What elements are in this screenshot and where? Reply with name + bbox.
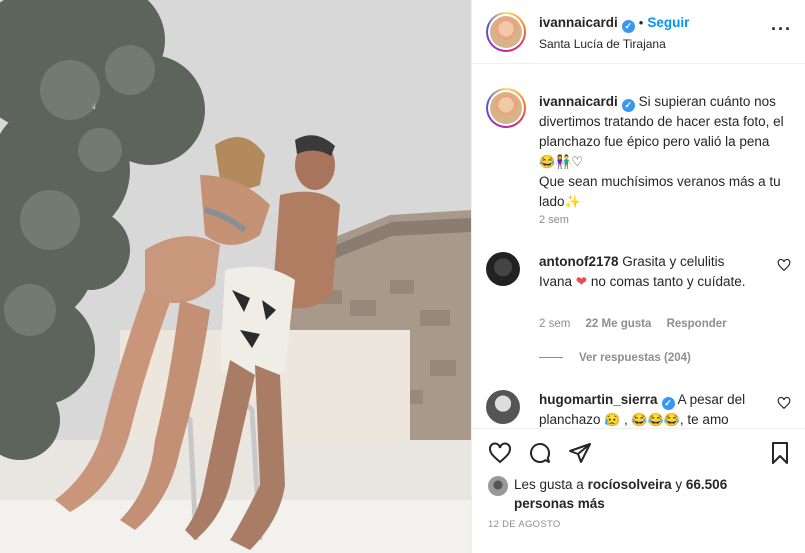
post-header: ivannaicardi ✓ • Seguir Santa Lucía de Tira…: [472, 0, 805, 64]
comment-body-2: , te amo: [679, 412, 729, 427]
comment-text: hugomartin_sierra ✓ A pesar del planchazo…: [539, 390, 759, 430]
commenter-avatar[interactable]: [486, 252, 520, 286]
likes-middle: y: [675, 477, 683, 492]
photo-illustration: [0, 0, 471, 553]
verified-icon: ✓: [621, 99, 635, 112]
heart-icon[interactable]: [488, 441, 512, 465]
comment-emojis: 😥 , 😂😂😂: [604, 412, 680, 427]
comment-text: antonof2178 Grasita y celulitis Ivana ❤ …: [539, 252, 759, 292]
reply-button[interactable]: Responder: [667, 318, 727, 330]
caption-timestamp[interactable]: 2 sem: [539, 214, 569, 226]
verified-icon: ✓: [621, 20, 635, 33]
verified-icon: ✓: [661, 397, 675, 410]
comment-icon[interactable]: [528, 441, 552, 465]
post-date[interactable]: 12 DE AGOSTO: [488, 519, 561, 530]
like-comment-heart-icon[interactable]: [777, 258, 791, 272]
commenter-avatar[interactable]: [486, 390, 520, 424]
liker-avatar[interactable]: [488, 476, 508, 496]
comment-likes[interactable]: 22 Me gusta: [586, 318, 652, 330]
post-sidebar: ivannaicardi ✓ • Seguir Santa Lucía de Tira…: [471, 0, 805, 553]
comment-meta: 2 sem 22 Me gusta Responder: [539, 318, 739, 330]
view-replies-label: Ver respuestas (204): [579, 352, 691, 364]
like-comment-heart-icon[interactable]: [777, 396, 791, 410]
bookmark-icon[interactable]: [768, 441, 792, 465]
separator-dot: •: [638, 15, 644, 30]
commenter-username[interactable]: hugomartin_sierra: [539, 392, 658, 407]
comments-section[interactable]: ivannaicardi ✓ Si supieran cuánto nos div…: [472, 64, 805, 436]
author-avatar[interactable]: [486, 12, 526, 52]
replies-divider: [539, 357, 563, 359]
caption-username[interactable]: ivannaicardi: [539, 94, 618, 109]
liker-username[interactable]: rocíosolveira: [588, 477, 672, 492]
caption-avatar[interactable]: [486, 88, 526, 128]
view-replies-button[interactable]: Ver respuestas (204): [539, 352, 691, 364]
likes-prefix: Les gusta a: [514, 477, 584, 492]
heart-emoji: ❤: [575, 274, 588, 289]
caption-emojis: 😂👫♡: [539, 154, 584, 169]
comment-timestamp[interactable]: 2 sem: [539, 318, 570, 330]
commenter-username[interactable]: antonof2178: [539, 254, 619, 269]
more-icon[interactable]: ···: [771, 20, 792, 38]
author-name-row: ivannaicardi ✓ • Seguir: [539, 14, 689, 33]
likes-text: Les gusta a rocíosolveira y 66.506 perso…: [514, 475, 784, 513]
share-icon[interactable]: [568, 441, 592, 465]
follow-button[interactable]: Seguir: [647, 15, 689, 30]
post-location[interactable]: Santa Lucía de Tirajana: [539, 37, 666, 51]
comment-body-2: no comas tanto y cuídate.: [590, 274, 746, 289]
author-username[interactable]: ivannaicardi: [539, 15, 618, 30]
instagram-post: ivannaicardi ✓ • Seguir Santa Lucía de Tira…: [0, 0, 805, 553]
post-photo[interactable]: [0, 0, 471, 553]
caption-emojis-2: ✨: [564, 194, 581, 209]
post-actions: Les gusta a rocíosolveira y 66.506 perso…: [472, 428, 805, 553]
caption-text: ivannaicardi ✓ Si supieran cuánto nos div…: [539, 92, 789, 212]
